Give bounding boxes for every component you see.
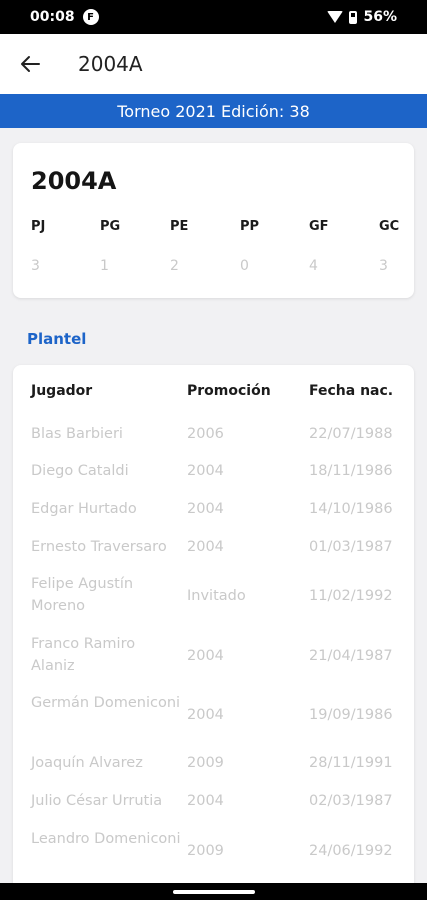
battery-percent: 56% <box>363 9 397 25</box>
status-bar: 00:08 F 56% <box>0 0 427 34</box>
player-birth: 28/11/1991 <box>309 755 393 771</box>
stat-pe: PE 2 <box>170 219 188 274</box>
player-birth: 14/10/1986 <box>309 501 393 517</box>
stat-pg: PG 1 <box>100 219 120 274</box>
player-name: Blas Barbieri <box>31 426 123 442</box>
arrow-back-icon <box>21 56 40 72</box>
player-promotion: 2009 <box>187 843 224 859</box>
home-gesture-handle[interactable] <box>173 890 255 894</box>
player-promotion: 2004 <box>187 707 224 723</box>
player-birth: 02/03/1987 <box>309 793 393 809</box>
page-title: 2004A <box>78 52 143 76</box>
player-promotion: 2009 <box>187 755 224 771</box>
player-promotion: 2004 <box>187 539 224 555</box>
header-player: Jugador <box>31 383 93 399</box>
wifi-icon <box>327 11 344 23</box>
player-birth: 11/02/1992 <box>309 588 393 604</box>
player-birth: 24/06/1992 <box>309 843 393 859</box>
header-birth: Fecha nac. <box>309 383 394 399</box>
status-left: 00:08 F <box>30 9 99 25</box>
player-birth: 19/09/1986 <box>309 707 393 723</box>
player-name: Leandro Domeniconi <box>31 831 181 847</box>
stat-value: 1 <box>100 258 109 274</box>
player-birth: 18/11/1986 <box>309 463 393 479</box>
tournament-banner: Torneo 2021 Edición: 38 <box>0 94 427 128</box>
app-bar: 2004A <box>0 34 427 94</box>
stat-pj: PJ 3 <box>31 219 45 274</box>
player-name: Germán Domeniconi <box>31 695 181 711</box>
status-time: 00:08 <box>30 9 75 25</box>
player-name: Ernesto Traversaro <box>31 539 167 555</box>
status-right: 56% <box>327 9 397 25</box>
stat-pp: PP 0 <box>240 219 259 274</box>
header-promotion: Promoción <box>187 383 271 399</box>
player-birth: 21/04/1987 <box>309 648 393 664</box>
stat-label: PJ <box>31 219 46 234</box>
back-button[interactable] <box>0 34 60 94</box>
stat-label: PE <box>170 219 189 234</box>
player-promotion: 2004 <box>187 793 224 809</box>
stat-label: GF <box>309 219 329 234</box>
stat-value: 4 <box>309 258 318 274</box>
section-title-plantel: Plantel <box>27 330 87 348</box>
player-name: Diego Cataldi <box>31 463 129 479</box>
player-birth: 01/03/1987 <box>309 539 393 555</box>
player-name: Felipe Agustín Moreno <box>31 576 134 614</box>
player-name: Franco Ramiro Alaniz <box>31 636 136 674</box>
stat-gf: GF 4 <box>309 219 329 274</box>
player-promotion: 2004 <box>187 648 224 664</box>
player-name: Julio César Urrutia <box>31 793 163 809</box>
stat-value: 3 <box>379 258 388 274</box>
tournament-banner-text: Torneo 2021 Edición: 38 <box>117 101 310 121</box>
system-nav-bar <box>0 883 427 900</box>
app-notification-icon: F <box>82 9 99 25</box>
player-promotion: Invitado <box>187 588 246 604</box>
stat-value: 3 <box>31 258 40 274</box>
player-promotion: 2004 <box>187 501 224 517</box>
player-birth: 22/07/1988 <box>309 426 393 442</box>
stat-label: PP <box>240 219 260 234</box>
roster-card: Jugador Promoción Fecha nac. Blas Barbie… <box>13 365 414 900</box>
player-name: Edgar Hurtado <box>31 501 137 517</box>
team-stats-card: 2004A PJ 3 PG 1 PE 2 PP 0 GF 4 GC 3 <box>13 143 414 298</box>
player-name: Joaquín Alvarez <box>31 755 143 771</box>
stat-label: GC <box>379 219 400 234</box>
stat-gc: GC 3 <box>379 219 399 274</box>
roster-header: Jugador Promoción Fecha nac. <box>13 383 414 403</box>
stat-value: 0 <box>240 258 249 274</box>
battery-icon <box>349 10 358 24</box>
player-promotion: 2006 <box>187 426 224 442</box>
stat-value: 2 <box>170 258 179 274</box>
player-promotion: 2004 <box>187 463 224 479</box>
team-name: 2004A <box>31 167 117 195</box>
stat-label: PG <box>100 219 121 234</box>
